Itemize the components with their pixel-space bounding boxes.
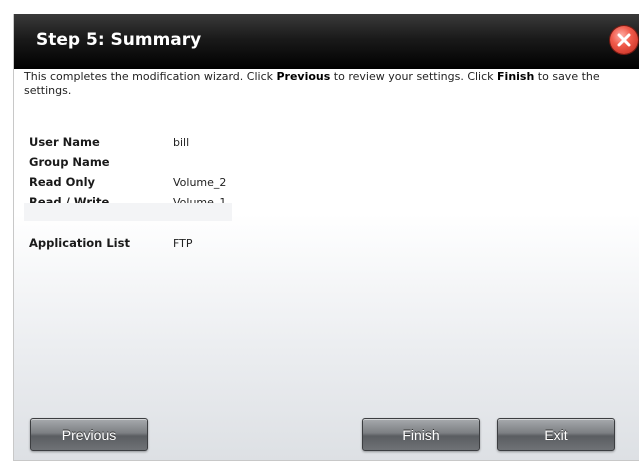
dialog-title: Step 5: Summary xyxy=(36,30,202,50)
description-previous-word: Previous xyxy=(276,70,331,83)
summary-value: bill xyxy=(173,136,190,149)
summary-row-read-only: Read Only Volume_2 xyxy=(29,175,226,189)
summary-label: User Name xyxy=(29,135,100,149)
description-part-1: This completes the modification wizard. … xyxy=(24,70,277,83)
summary-row-application-list: Application List FTP xyxy=(29,236,193,250)
close-button[interactable] xyxy=(610,26,638,54)
summary-label: Group Name xyxy=(29,155,110,169)
description-finish-word: Finish xyxy=(497,70,535,83)
description-text: This completes the modification wizard. … xyxy=(24,70,619,98)
application-list-value: FTP xyxy=(173,237,193,250)
title-bar: Step 5: Summary xyxy=(14,14,639,69)
finish-button[interactable]: Finish xyxy=(362,418,480,451)
separator-band xyxy=(24,203,232,221)
application-list-label: Application List xyxy=(29,236,130,250)
previous-button[interactable]: Previous xyxy=(30,418,148,451)
description-part-2: to review your settings. Click xyxy=(330,70,498,83)
exit-button[interactable]: Exit xyxy=(497,418,615,451)
summary-label: Read Only xyxy=(29,175,96,189)
summary-row-user-name: User Name bill xyxy=(29,135,189,149)
summary-value: Volume_2 xyxy=(173,176,227,189)
summary-row-group-name: Group Name xyxy=(29,155,173,169)
close-icon xyxy=(617,33,631,47)
